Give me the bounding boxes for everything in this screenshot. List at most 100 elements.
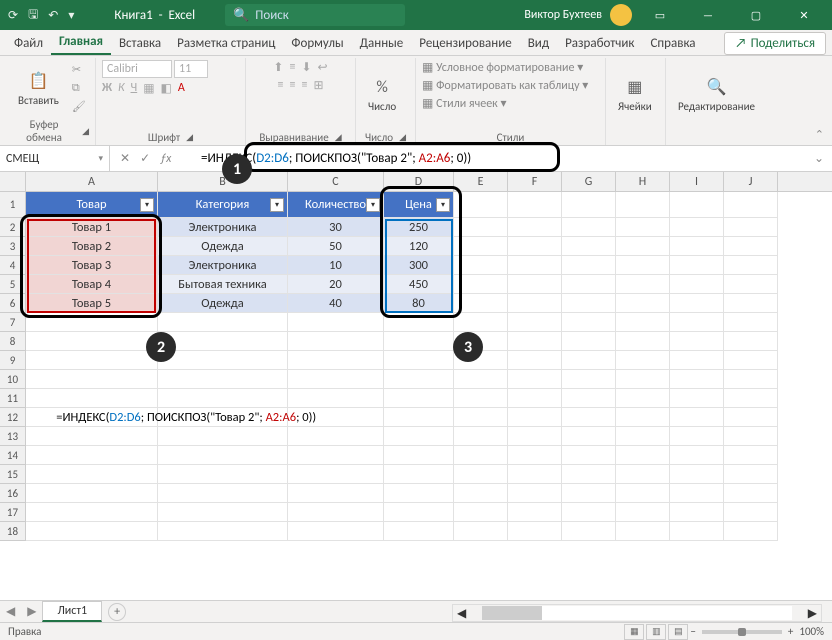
- cell[interactable]: [454, 465, 508, 484]
- cell[interactable]: [288, 503, 384, 522]
- cell[interactable]: [562, 370, 616, 389]
- cell[interactable]: [562, 465, 616, 484]
- cell[interactable]: [384, 370, 454, 389]
- cell[interactable]: [670, 351, 724, 370]
- cell[interactable]: Одежда: [158, 294, 288, 313]
- cell[interactable]: [508, 294, 562, 313]
- cell[interactable]: [670, 275, 724, 294]
- cell[interactable]: [454, 192, 508, 218]
- cell[interactable]: [670, 465, 724, 484]
- cell[interactable]: [384, 332, 454, 351]
- name-box[interactable]: СМЕЩ▾: [0, 146, 110, 171]
- cell[interactable]: Бытовая техника: [158, 275, 288, 294]
- cell[interactable]: [508, 484, 562, 503]
- share-button[interactable]: ↗ Поделиться: [724, 32, 826, 55]
- cell[interactable]: [562, 313, 616, 332]
- cell[interactable]: 10: [288, 256, 384, 275]
- cell[interactable]: [562, 351, 616, 370]
- cell[interactable]: [454, 389, 508, 408]
- cell[interactable]: [454, 522, 508, 541]
- maximize-button[interactable]: ▢: [736, 0, 776, 30]
- cell[interactable]: [454, 503, 508, 522]
- row-header[interactable]: 12: [0, 408, 26, 427]
- format-painter-icon[interactable]: 🖌: [69, 99, 89, 114]
- cell[interactable]: [508, 446, 562, 465]
- minimize-button[interactable]: —: [688, 0, 728, 30]
- save-icon[interactable]: 🖫: [28, 5, 38, 26]
- view-layout-icon[interactable]: ▥: [646, 624, 666, 640]
- number-format-button[interactable]: % Число: [362, 74, 402, 115]
- cell[interactable]: [670, 313, 724, 332]
- autosave-icon[interactable]: ⟳: [8, 8, 18, 23]
- cell[interactable]: [454, 218, 508, 237]
- row-header[interactable]: 11: [0, 389, 26, 408]
- row-header[interactable]: 8: [0, 332, 26, 351]
- cell[interactable]: [454, 313, 508, 332]
- cell[interactable]: [616, 332, 670, 351]
- zoom-level[interactable]: 100%: [799, 625, 824, 638]
- cell[interactable]: [158, 370, 288, 389]
- cell[interactable]: [724, 218, 778, 237]
- cell[interactable]: [670, 332, 724, 351]
- tab-review[interactable]: Рецензирование: [411, 31, 519, 55]
- table-header[interactable]: Цена▾: [384, 192, 454, 218]
- cell[interactable]: [384, 427, 454, 446]
- zoom-out-button[interactable]: −: [690, 625, 695, 638]
- cell[interactable]: [562, 427, 616, 446]
- cell[interactable]: [384, 522, 454, 541]
- cell[interactable]: [562, 218, 616, 237]
- collapse-ribbon-icon[interactable]: ⌃: [815, 128, 824, 141]
- cell[interactable]: 250: [384, 218, 454, 237]
- cell[interactable]: [616, 218, 670, 237]
- row-header[interactable]: 1: [0, 192, 26, 218]
- cut-icon[interactable]: ✂: [69, 62, 89, 77]
- cell[interactable]: Товар 3: [26, 256, 158, 275]
- cell[interactable]: [670, 370, 724, 389]
- zoom-in-button[interactable]: +: [788, 625, 793, 638]
- qat-dropdown[interactable]: ▾: [68, 8, 74, 23]
- cell[interactable]: [288, 370, 384, 389]
- cell[interactable]: [508, 192, 562, 218]
- horizontal-scrollbar[interactable]: ◀▶: [452, 604, 822, 622]
- cell[interactable]: [454, 484, 508, 503]
- cell[interactable]: [508, 332, 562, 351]
- row-header[interactable]: 14: [0, 446, 26, 465]
- row-header[interactable]: 6: [0, 294, 26, 313]
- cells-button[interactable]: ▦Ячейки: [612, 74, 658, 115]
- cell[interactable]: [670, 192, 724, 218]
- cell[interactable]: Товар 5: [26, 294, 158, 313]
- filter-icon[interactable]: ▾: [366, 198, 380, 212]
- row-header[interactable]: 18: [0, 522, 26, 541]
- cell[interactable]: [670, 294, 724, 313]
- cell[interactable]: [616, 465, 670, 484]
- tab-developer[interactable]: Разработчик: [557, 31, 642, 55]
- cell[interactable]: [288, 446, 384, 465]
- col-header[interactable]: A: [26, 172, 158, 191]
- row-header[interactable]: 5: [0, 275, 26, 294]
- search-box[interactable]: 🔍 Поиск: [225, 4, 405, 26]
- cell[interactable]: [724, 370, 778, 389]
- cell[interactable]: [724, 294, 778, 313]
- cell[interactable]: [724, 503, 778, 522]
- row-header[interactable]: 16: [0, 484, 26, 503]
- user-name[interactable]: Виктор Бухтеев: [524, 8, 602, 22]
- formula-input[interactable]: =ИНДЕКС(D2:D6; ПОИСКПОЗ("Товар 2"; A2:A6…: [181, 146, 806, 171]
- cell[interactable]: [562, 522, 616, 541]
- align-bot-icon[interactable]: ⬇: [301, 60, 311, 75]
- cell[interactable]: [508, 522, 562, 541]
- cell[interactable]: [616, 427, 670, 446]
- tab-formulas[interactable]: Формулы: [283, 31, 351, 55]
- underline-button[interactable]: Ч: [131, 81, 138, 96]
- cell[interactable]: [670, 522, 724, 541]
- cell[interactable]: [616, 351, 670, 370]
- col-header[interactable]: C: [288, 172, 384, 191]
- row-header[interactable]: 17: [0, 503, 26, 522]
- cell[interactable]: [158, 522, 288, 541]
- cell[interactable]: [724, 192, 778, 218]
- cell[interactable]: [670, 237, 724, 256]
- cell[interactable]: [562, 408, 616, 427]
- cell[interactable]: [724, 446, 778, 465]
- cell[interactable]: [158, 503, 288, 522]
- cell[interactable]: [562, 237, 616, 256]
- cell[interactable]: 20: [288, 275, 384, 294]
